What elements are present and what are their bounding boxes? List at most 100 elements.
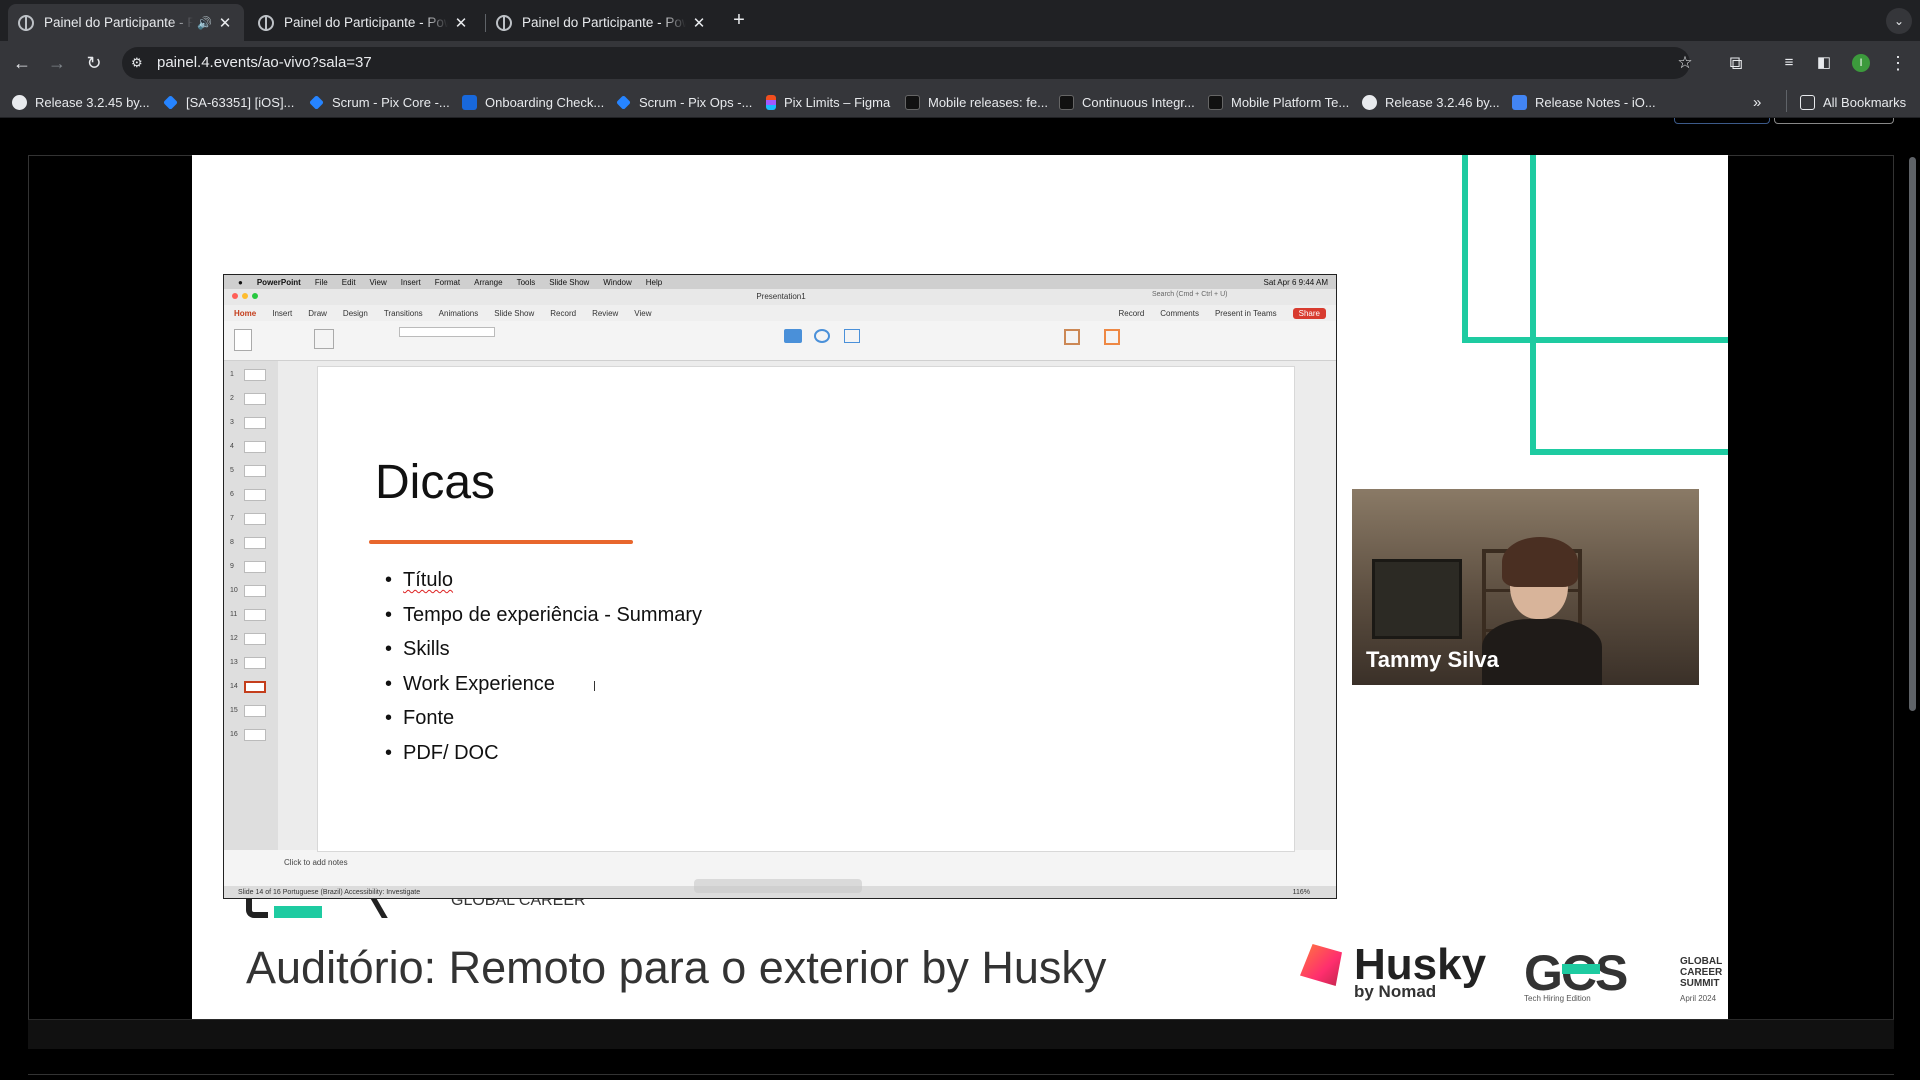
bookmark-item[interactable]: [SA-63351] [iOS]...: [163, 93, 294, 111]
slide-thumbnail[interactable]: [244, 657, 266, 669]
bookmark-item[interactable]: Pix Limits – Figma: [766, 93, 890, 111]
github-icon: [1362, 94, 1377, 110]
bookmark-item[interactable]: Release 3.2.46 by...: [1362, 93, 1500, 111]
bookmark-item[interactable]: Scrum - Pix Ops -...: [616, 93, 752, 111]
new-slide-icon[interactable]: [314, 329, 334, 349]
menu-dots-icon[interactable]: ⋮: [1886, 51, 1910, 75]
page-scrollbar[interactable]: [1906, 155, 1918, 715]
slide-thumbnail[interactable]: [244, 393, 266, 405]
bookmark-item[interactable]: Scrum - Pix Core -...: [309, 93, 450, 111]
reload-button[interactable]: ↻: [82, 51, 106, 75]
comments-button[interactable]: Comments: [1160, 309, 1199, 318]
bullet-item: Skills: [385, 632, 702, 667]
present-teams-button[interactable]: Present in Teams: [1215, 309, 1277, 318]
menu-item[interactable]: Slide Show: [549, 278, 589, 287]
slide-thumbnail[interactable]: [244, 561, 266, 573]
font-selector[interactable]: [399, 327, 495, 337]
record-button[interactable]: Record: [1118, 309, 1144, 318]
addins-icon[interactable]: [1064, 329, 1080, 345]
player-controls-bar[interactable]: [28, 1019, 1894, 1049]
slide-thumbnail[interactable]: [244, 513, 266, 525]
close-tab-icon[interactable]: ✕: [690, 14, 708, 32]
ribbon-tab[interactable]: Insert: [272, 309, 292, 318]
jira-icon: [163, 94, 178, 110]
share-button[interactable]: Share: [1292, 307, 1326, 319]
menu-item[interactable]: File: [315, 278, 328, 287]
textbox-icon[interactable]: [844, 329, 860, 343]
window-zoom-button[interactable]: [252, 293, 258, 299]
profile-avatar[interactable]: I: [1852, 54, 1870, 72]
all-bookmarks-button[interactable]: All Bookmarks: [1800, 93, 1906, 111]
menu-item[interactable]: View: [370, 278, 387, 287]
bookmark-item[interactable]: Release 3.2.45 by...: [12, 93, 150, 111]
menu-item[interactable]: Tools: [517, 278, 536, 287]
bookmark-item[interactable]: Continuous Integr...: [1059, 93, 1195, 111]
side-panel-icon[interactable]: ◧: [1812, 51, 1836, 75]
zoom-level[interactable]: 116%: [1293, 886, 1310, 898]
tab-3[interactable]: Painel do Participante - Powe ✕: [486, 4, 718, 41]
slide-thumbnail[interactable]: [244, 585, 266, 597]
site-info-icon[interactable]: ⚙: [131, 55, 147, 71]
tab-search-button[interactable]: ⌄: [1886, 8, 1912, 34]
new-tab-button[interactable]: +: [727, 8, 751, 32]
tab-1[interactable]: Painel do Participante - P 🔊 ✕: [8, 4, 244, 41]
menu-item[interactable]: Arrange: [474, 278, 502, 287]
menu-item[interactable]: Window: [603, 278, 631, 287]
slide-thumbnail[interactable]: [244, 417, 266, 429]
header-button-remnant[interactable]: [1674, 118, 1770, 124]
ribbon-tab[interactable]: Design: [343, 309, 368, 318]
window-minimize-button[interactable]: [242, 293, 248, 299]
speaker-icon[interactable]: 🔊: [197, 16, 212, 30]
jira-icon: [616, 94, 631, 110]
slide-thumbnail[interactable]: [244, 489, 266, 501]
menu-item[interactable]: Insert: [401, 278, 421, 287]
slide-thumbnail[interactable]: [244, 705, 266, 717]
slide-thumbnail[interactable]: [244, 465, 266, 477]
slide-thumbnail[interactable]: [244, 609, 266, 621]
menu-item[interactable]: Edit: [342, 278, 356, 287]
github-icon: [12, 94, 27, 110]
ribbon-tab[interactable]: Draw: [308, 309, 327, 318]
menu-item[interactable]: Help: [646, 278, 662, 287]
docs-icon: [1512, 94, 1527, 110]
back-button[interactable]: ←: [10, 51, 34, 75]
slide-thumbnail[interactable]: [244, 537, 266, 549]
bookmark-star-icon[interactable]: ☆: [1673, 51, 1697, 75]
ribbon-tab[interactable]: Record: [550, 309, 576, 318]
bookmark-item[interactable]: Release Notes - iO...: [1512, 93, 1656, 111]
ribbon-tab[interactable]: Animations: [439, 309, 479, 318]
text-cursor: [594, 681, 595, 691]
ribbon-tab[interactable]: Home: [234, 309, 256, 318]
crypto-icon: [1208, 94, 1223, 110]
paste-icon[interactable]: [234, 329, 252, 351]
slide-thumbnail[interactable]: [244, 369, 266, 381]
menu-item[interactable]: Format: [435, 278, 460, 287]
bookmark-item[interactable]: Mobile releases: fe...: [905, 93, 1048, 111]
close-tab-icon[interactable]: ✕: [452, 14, 470, 32]
ribbon-tab[interactable]: Review: [592, 309, 618, 318]
ppt-search[interactable]: Search (Cmd + Ctrl + U): [1152, 291, 1227, 298]
shapes-icon[interactable]: [814, 329, 830, 343]
bookmark-item[interactable]: Onboarding Check...: [462, 93, 604, 111]
apple-icon: ●: [238, 277, 243, 287]
ribbon-tab[interactable]: Slide Show: [494, 309, 534, 318]
extensions-icon[interactable]: ⧉: [1724, 51, 1748, 75]
slide-thumbnail[interactable]: [244, 633, 266, 645]
media-controls-icon[interactable]: ≡: [1777, 51, 1801, 75]
picture-icon[interactable]: [784, 329, 802, 343]
close-tab-icon[interactable]: ✕: [216, 14, 234, 32]
slide-thumbnail[interactable]: [244, 681, 266, 693]
forward-button[interactable]: →: [45, 51, 69, 75]
bookmark-item[interactable]: Mobile Platform Te...: [1208, 93, 1349, 111]
scrollbar-thumb[interactable]: [1909, 157, 1916, 711]
header-button-remnant[interactable]: [1774, 118, 1894, 124]
slide-thumbnail[interactable]: [244, 441, 266, 453]
slide-thumbnail[interactable]: [244, 729, 266, 741]
ribbon-tab[interactable]: Transitions: [384, 309, 423, 318]
designer-icon[interactable]: [1104, 329, 1120, 345]
ribbon-tab[interactable]: View: [634, 309, 651, 318]
more-bookmarks-button[interactable]: »: [1753, 93, 1761, 111]
tab-2[interactable]: Painel do Participante - Powe ✕: [248, 4, 480, 41]
window-close-button[interactable]: [232, 293, 238, 299]
thumb-number: 5: [230, 467, 234, 474]
